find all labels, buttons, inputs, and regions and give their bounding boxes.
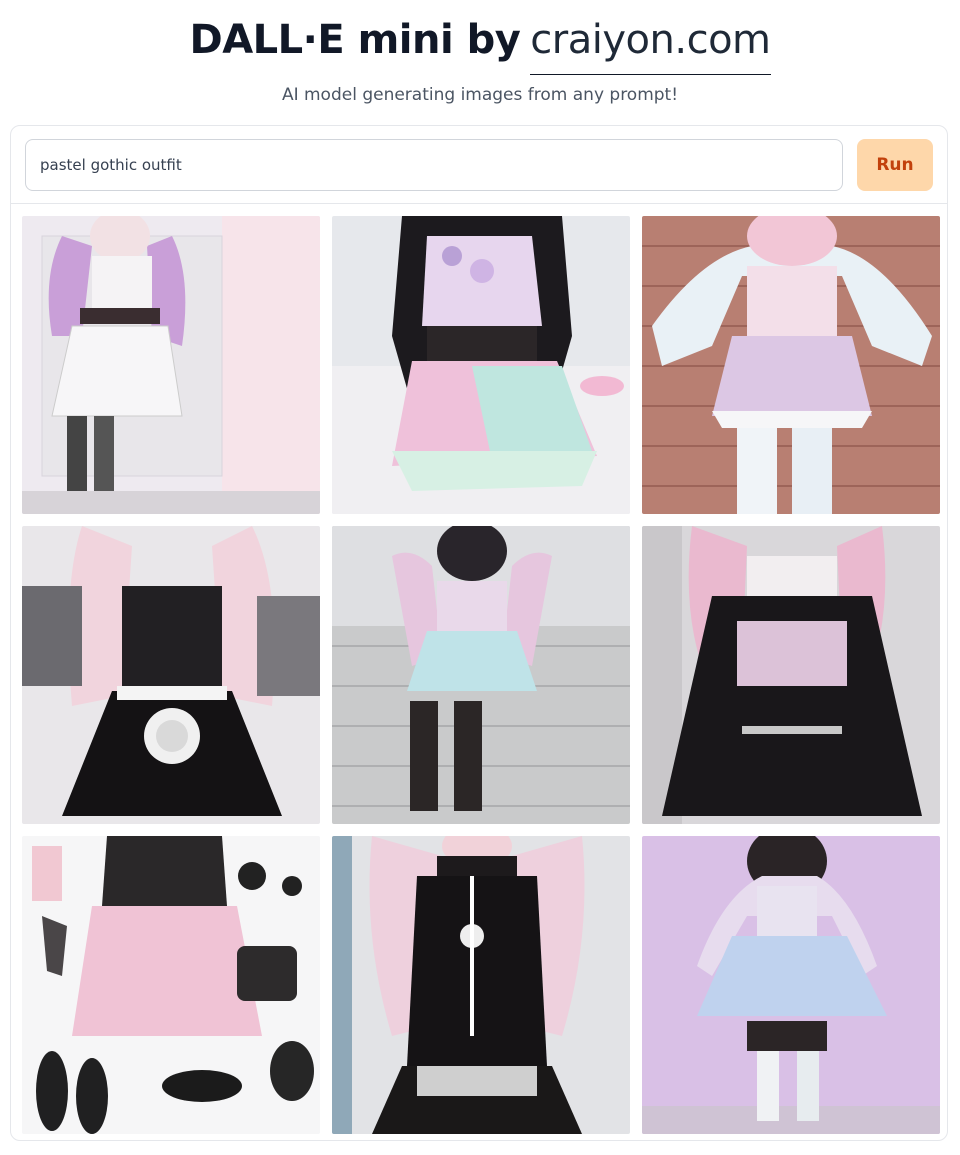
subtitle: AI model generating images from any prom… [281,85,679,105]
site-link[interactable]: craiyon.com [530,14,771,75]
generated-image-9[interactable] [642,836,940,1134]
generated-image-1[interactable] [22,216,320,514]
prompt-row: Run [11,126,947,204]
generated-image-8[interactable] [332,836,630,1134]
header: DALL·E mini by craiyon.com AI model gene… [0,0,960,105]
page-title: DALL·E mini by craiyon.com [190,14,771,75]
generated-image-3[interactable] [642,216,940,514]
run-button[interactable]: Run [857,138,933,191]
generated-image-7[interactable] [22,836,320,1134]
generated-image-5[interactable] [332,526,630,824]
prompt-input[interactable] [25,138,843,191]
generated-image-2[interactable] [332,216,630,514]
generated-image-4[interactable] [22,526,320,824]
generated-image-6[interactable] [642,526,940,824]
results-grid [22,216,940,1134]
title-text: DALL·E mini by [189,17,521,63]
generator-panel: Run [10,125,948,1141]
